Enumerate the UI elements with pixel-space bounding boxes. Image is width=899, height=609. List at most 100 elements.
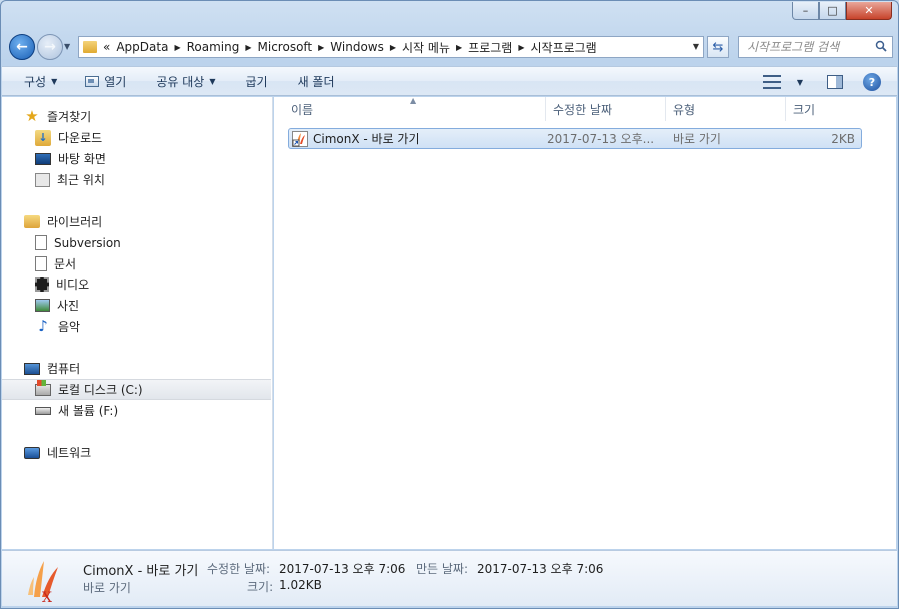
removable-drive-icon xyxy=(35,406,51,415)
preview-pane-icon[interactable] xyxy=(827,75,843,89)
open-icon xyxy=(85,75,100,87)
nav-item-label: 다운로드 xyxy=(58,131,103,145)
breadcrumb-separator-icon[interactable]: ▶ xyxy=(456,43,462,52)
computer-icon xyxy=(24,362,40,375)
nav-item-label: 사진 xyxy=(57,299,80,313)
close-button[interactable]: ✕ xyxy=(846,2,892,20)
refresh-icon: ⇆ xyxy=(712,39,724,55)
library-document-icon xyxy=(35,235,47,250)
help-icon[interactable]: ? xyxy=(863,73,881,91)
column-headers: ▲ 이름 수정한 날짜 유형 크기 xyxy=(274,96,896,121)
library-icon xyxy=(24,215,40,228)
breadcrumb-microsoft[interactable]: Microsoft xyxy=(258,40,313,54)
nav-favorites-label: 즐겨찾기 xyxy=(47,110,92,124)
nav-item-music[interactable]: ♪ 음악 xyxy=(2,316,271,337)
file-list[interactable]: ▲ 이름 수정한 날짜 유형 크기 CimonX - 바로 가기 2017-07… xyxy=(274,96,896,549)
breadcrumb-separator-icon[interactable]: ▶ xyxy=(518,43,524,52)
breadcrumb-roaming[interactable]: Roaming xyxy=(187,40,240,54)
nav-libraries[interactable]: 라이브러리 xyxy=(2,211,271,232)
cimonx-large-icon: X xyxy=(28,561,58,603)
address-history-dropdown[interactable]: ▼ xyxy=(693,42,699,51)
arrow-left-icon: ← xyxy=(16,39,28,55)
breadcrumb-overflow[interactable]: « xyxy=(103,40,110,54)
forward-button[interactable]: → xyxy=(37,34,63,60)
new-folder-button[interactable]: 새 폴더 xyxy=(278,69,345,93)
nav-item-label: 문서 xyxy=(54,257,77,271)
file-name-cell: CimonX - 바로 가기 xyxy=(289,130,547,147)
document-icon xyxy=(35,256,47,271)
breadcrumb-separator-icon[interactable]: ▶ xyxy=(245,43,251,52)
details-pane: X CimonX - 바로 가기 바로 가기 수정한 날짜: 2017-07-1… xyxy=(2,550,897,606)
video-icon xyxy=(35,277,49,292)
nav-item-pictures[interactable]: 사진 xyxy=(2,295,271,316)
breadcrumb-start-menu[interactable]: 시작 메뉴 xyxy=(402,39,450,56)
column-header-label: 크기 xyxy=(793,102,816,117)
nav-item-label: Subversion xyxy=(54,235,121,250)
breadcrumb-appdata[interactable]: AppData xyxy=(116,40,168,54)
search-box[interactable] xyxy=(738,36,893,58)
burn-button[interactable]: 굽기 xyxy=(225,69,277,93)
minimize-button[interactable]: – xyxy=(792,2,819,20)
music-note-icon: ♪ xyxy=(38,317,48,335)
view-dropdown-arrow-icon[interactable]: ▼ xyxy=(787,70,813,94)
caption-buttons: – □ ✕ xyxy=(792,2,892,20)
details-modified-label: 수정한 날짜: xyxy=(207,562,271,576)
maximize-button[interactable]: □ xyxy=(819,2,846,20)
share-menu[interactable]: 공유 대상 ▼ xyxy=(136,69,225,93)
breadcrumb-separator-icon[interactable]: ▶ xyxy=(174,43,180,52)
organize-label: 구성 xyxy=(24,74,47,89)
download-folder-icon: ↓ xyxy=(35,129,51,146)
breadcrumb-startup[interactable]: 시작프로그램 xyxy=(530,39,596,56)
column-header-size[interactable]: 크기 xyxy=(786,97,866,121)
organize-menu[interactable]: 구성 ▼ xyxy=(2,69,67,93)
nav-item-downloads[interactable]: ↓ 다운로드 xyxy=(2,127,271,148)
details-size-label: 크기: xyxy=(247,580,274,594)
nav-item-subversion[interactable]: Subversion xyxy=(2,232,271,253)
nav-computer[interactable]: 컴퓨터 xyxy=(2,358,271,379)
open-button[interactable]: 열기 xyxy=(67,69,136,93)
nav-item-recent[interactable]: 최근 위치 xyxy=(2,169,271,190)
details-created-value: 2017-07-13 오후 7:06 xyxy=(477,562,604,576)
nav-item-label: 바탕 화면 xyxy=(58,152,106,166)
search-icon[interactable] xyxy=(875,40,887,52)
recent-pages-dropdown[interactable]: ▼ xyxy=(64,42,70,51)
nav-item-desktop[interactable]: 바탕 화면 xyxy=(2,148,271,169)
nav-item-label: 로컬 디스크 (C:) xyxy=(58,383,143,397)
nav-favorites[interactable]: ★ 즐겨찾기 xyxy=(2,106,271,127)
column-header-name[interactable]: ▲ 이름 xyxy=(274,96,546,121)
nav-item-volume-f[interactable]: 새 볼륨 (F:) xyxy=(2,400,271,421)
explorer-window: – □ ✕ ← → ▼ « AppData ▶ Roaming ▶ Micros… xyxy=(0,0,899,609)
refresh-button[interactable]: ⇆ xyxy=(707,36,729,58)
open-label: 열기 xyxy=(104,74,127,89)
nav-item-local-disk-c[interactable]: 로컬 디스크 (C:) xyxy=(2,379,271,400)
nav-item-videos[interactable]: 비디오 xyxy=(2,274,271,295)
nav-network[interactable]: 네트워크 xyxy=(2,442,271,463)
column-header-date[interactable]: 수정한 날짜 xyxy=(546,97,666,121)
search-input[interactable] xyxy=(747,40,867,54)
nav-item-label: 비디오 xyxy=(56,278,90,292)
column-header-type[interactable]: 유형 xyxy=(666,97,786,121)
breadcrumb-programs[interactable]: 프로그램 xyxy=(468,39,512,56)
network-icon xyxy=(24,446,40,459)
view-controls: ▼ ? xyxy=(762,67,897,97)
details-created-label: 만든 날짜: xyxy=(416,562,469,576)
nav-item-label: 새 볼륨 (F:) xyxy=(58,404,119,418)
nav-computer-label: 컴퓨터 xyxy=(47,362,81,376)
command-bar: 구성 ▼ 열기 공유 대상 ▼ 굽기 새 폴더 ▼ ? xyxy=(2,66,897,96)
file-size-cell: 2KB xyxy=(831,131,855,146)
breadcrumb-separator-icon[interactable]: ▶ xyxy=(318,43,324,52)
breadcrumb-windows[interactable]: Windows xyxy=(330,40,384,54)
file-row[interactable]: CimonX - 바로 가기 2017-07-13 오후... 바로 가기 2K… xyxy=(288,128,862,149)
navigation-pane: ★ 즐겨찾기 ↓ 다운로드 바탕 화면 최근 위치 라이브러리 Subversi… xyxy=(2,97,273,549)
address-bar[interactable]: « AppData ▶ Roaming ▶ Microsoft ▶ Window… xyxy=(78,36,704,58)
nav-item-documents[interactable]: 문서 xyxy=(2,253,271,274)
details-file-type: 바로 가기 xyxy=(83,581,131,595)
breadcrumb-separator-icon[interactable]: ▶ xyxy=(390,43,396,52)
back-button[interactable]: ← xyxy=(9,34,35,60)
burn-label: 굽기 xyxy=(245,74,268,89)
file-type-cell: 바로 가기 xyxy=(673,132,721,146)
file-name: CimonX - 바로 가기 xyxy=(313,132,420,146)
view-details-icon[interactable] xyxy=(762,75,781,89)
new-folder-label: 새 폴더 xyxy=(297,74,335,89)
share-label: 공유 대상 xyxy=(156,74,205,89)
